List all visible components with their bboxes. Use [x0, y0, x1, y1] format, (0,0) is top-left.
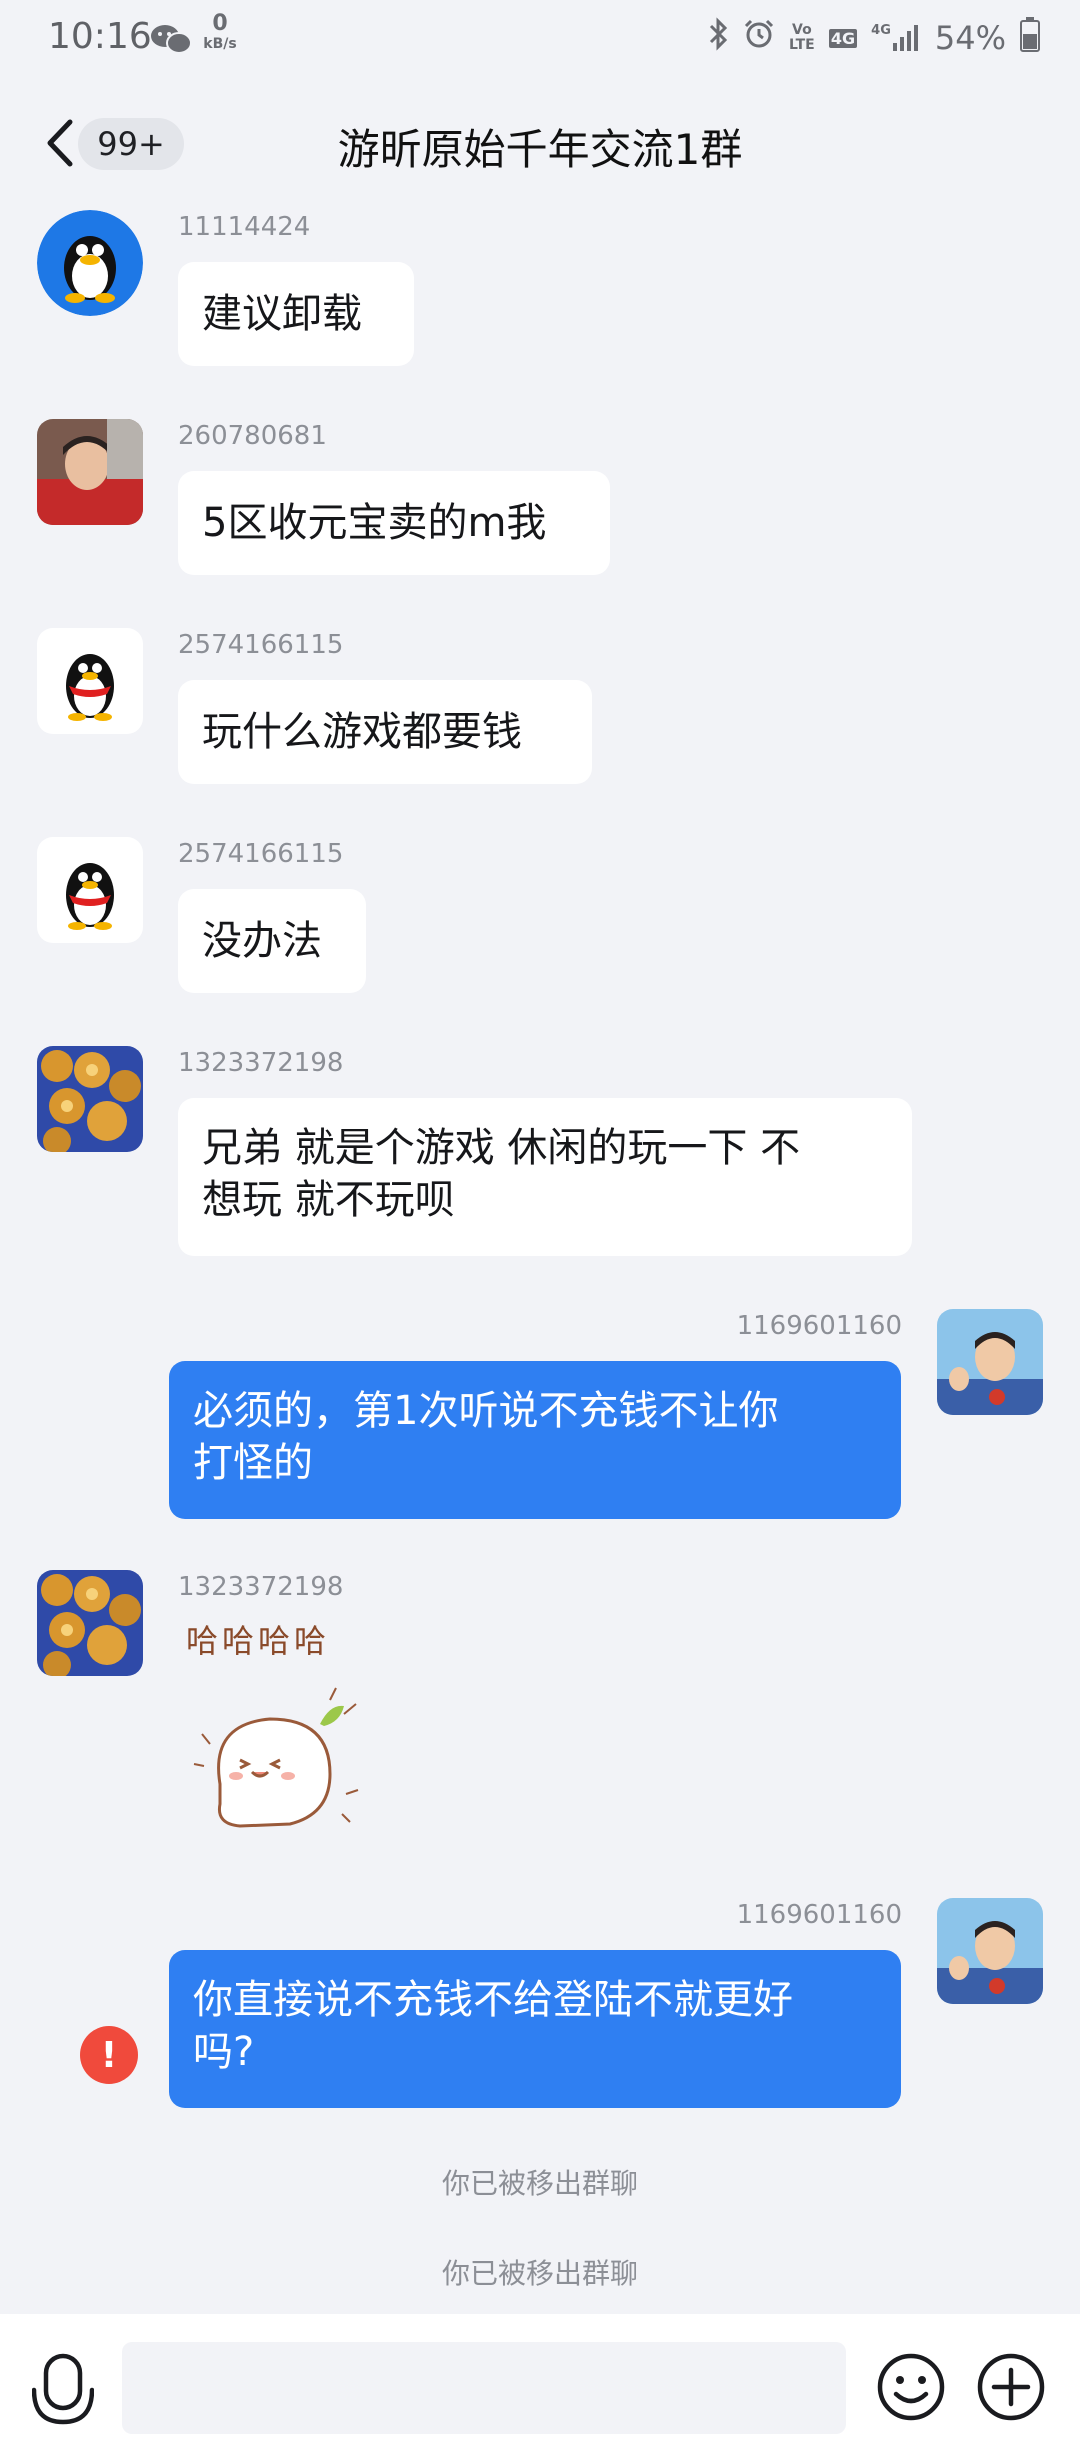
send-failed-icon[interactable]: !	[80, 2026, 138, 2084]
page-title: 游昕原始千年交流1群	[337, 125, 743, 174]
message-line: 打怪的	[193, 1440, 313, 1486]
sender-id: 2574166115	[178, 839, 344, 869]
status-bar: 10:16 0 kB/s Vo LTE 4G 4G 54%	[0, 0, 1080, 80]
message-bubble-self[interactable]: 你直接说不充钱不给登陆不就更好 吗?	[169, 1950, 901, 2108]
sender-id: 1323372198	[178, 1048, 344, 1078]
battery-icon	[1020, 16, 1040, 60]
sticker-text: 哈哈哈哈	[186, 1622, 331, 1660]
self-avatar[interactable]	[937, 1898, 1043, 2004]
avatar[interactable]	[37, 419, 143, 525]
message-bubble[interactable]: 没办法	[178, 889, 366, 993]
sticker[interactable]: 哈哈哈哈	[180, 1614, 380, 1844]
message-line: 想玩 就不玩呗	[202, 1177, 455, 1223]
sender-id: 1169601160	[736, 1311, 902, 1341]
plus-icon[interactable]	[976, 2352, 1046, 2426]
chat-header: 99+ 游昕原始千年交流1群	[0, 80, 1080, 205]
message-bubble[interactable]: 玩什么游戏都要钱	[178, 680, 592, 784]
microphone-icon[interactable]	[31, 2350, 95, 2434]
net-speed: 0 kB/s	[200, 11, 240, 54]
net-speed-value: 0	[212, 11, 228, 36]
system-notice: 你已被移出群聊	[441, 2167, 638, 2200]
bluetooth-icon	[707, 17, 729, 59]
avatar[interactable]	[37, 1046, 143, 1152]
wechat-icon	[150, 22, 192, 65]
sender-id: 1323372198	[178, 1572, 344, 1602]
sender-id: 260780681	[178, 421, 327, 451]
message-line: 必须的，第1次听说不充钱不让你	[193, 1388, 779, 1434]
message-line: 吗?	[193, 2029, 255, 2075]
system-notice: 你已被移出群聊	[441, 2257, 638, 2290]
avatar[interactable]	[37, 210, 143, 316]
avatar[interactable]	[37, 628, 143, 734]
message-bubble[interactable]: 5区收元宝卖的m我	[178, 471, 610, 575]
status-icons: Vo LTE 4G 4G 54%	[707, 16, 1040, 60]
signal-icon: 4G	[871, 23, 921, 53]
sender-id: 2574166115	[178, 630, 344, 660]
volte-icon: Vo LTE	[789, 22, 815, 53]
self-avatar[interactable]	[937, 1309, 1043, 1415]
sticker-blob-icon	[193, 1687, 359, 1828]
avatar[interactable]	[37, 837, 143, 943]
message-bubble[interactable]: 兄弟 就是个游戏 休闲的玩一下 不 想玩 就不玩呗	[178, 1098, 912, 1256]
network-4g-label: 4G	[871, 23, 891, 38]
sender-id: 11114424	[178, 212, 311, 242]
battery-level: 54%	[934, 19, 1006, 57]
alarm-icon	[743, 18, 775, 58]
sender-id: 1169601160	[736, 1900, 902, 1930]
message-bubble-self[interactable]: 必须的，第1次听说不充钱不让你 打怪的	[169, 1361, 901, 1519]
status-time: 10:16	[48, 16, 152, 57]
net-speed-unit: kB/s	[203, 36, 237, 52]
avatar[interactable]	[37, 1570, 143, 1676]
message-line: 兄弟 就是个游戏 休闲的玩一下 不	[202, 1125, 801, 1171]
emoji-icon[interactable]	[876, 2352, 946, 2426]
message-line: 你直接说不充钱不给登陆不就更好	[193, 1977, 793, 2023]
message-input[interactable]	[122, 2342, 846, 2434]
network-4g-icon: 4G	[828, 28, 858, 48]
message-bubble[interactable]: 建议卸载	[178, 262, 414, 366]
